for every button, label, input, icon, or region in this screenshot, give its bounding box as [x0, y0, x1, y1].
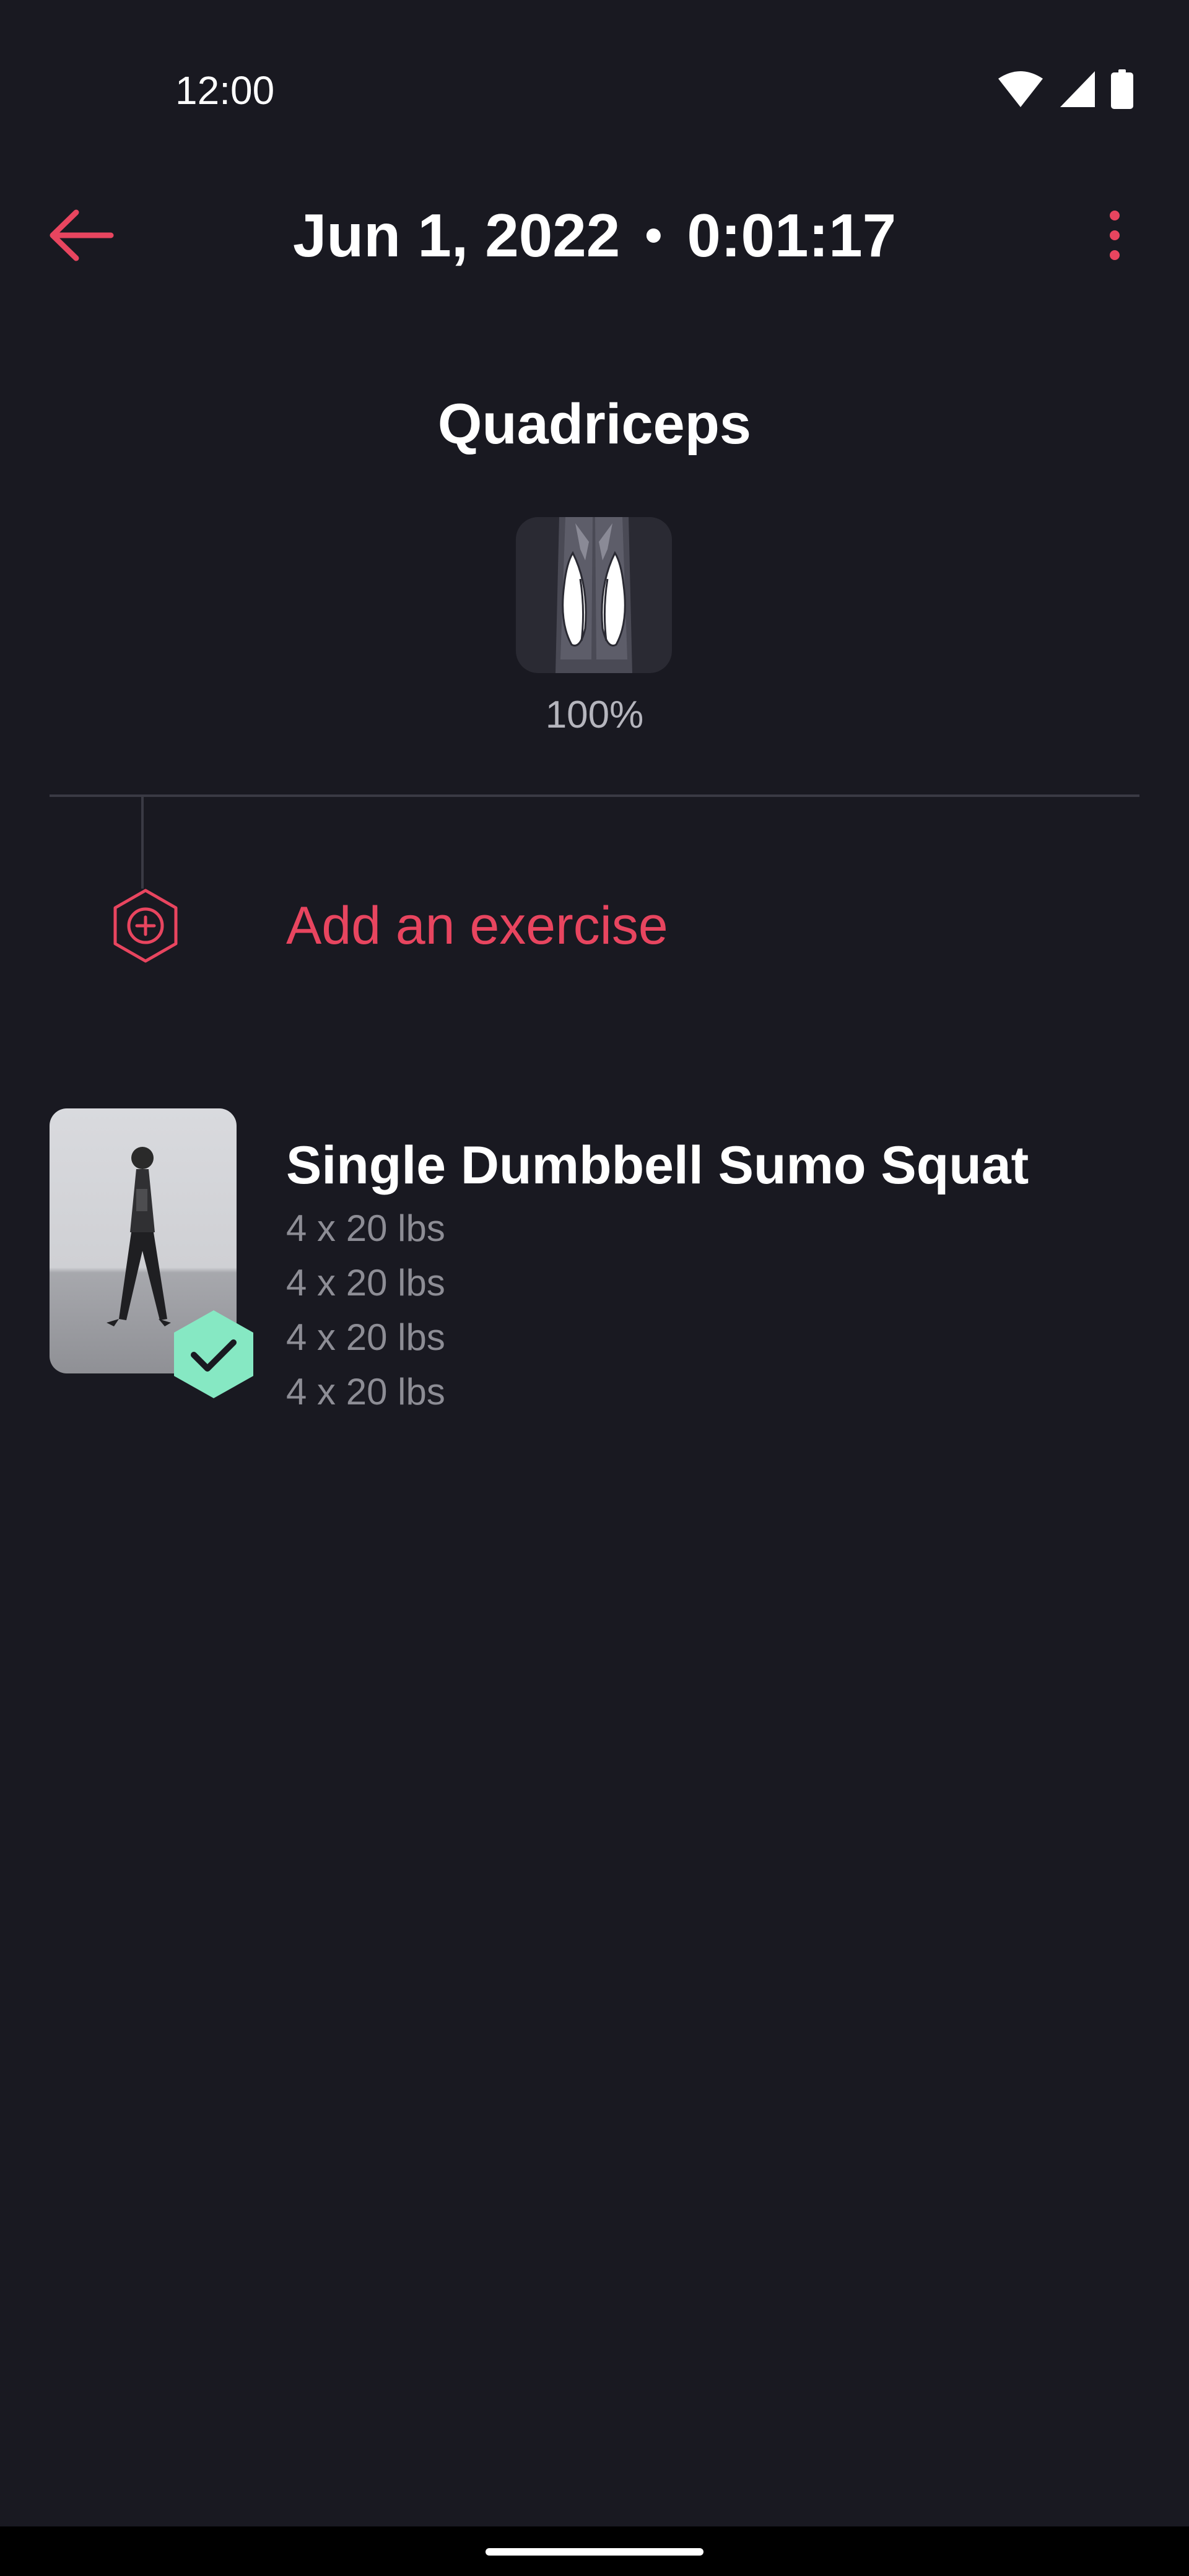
timeline-connector: [141, 797, 144, 889]
battery-icon: [1111, 69, 1133, 109]
more-vertical-icon: [1110, 211, 1120, 260]
set-item: 4 x 20 lbs: [286, 1208, 445, 1249]
back-button[interactable]: [43, 204, 118, 266]
wifi-icon: [998, 71, 1043, 107]
set-item: 4 x 20 lbs: [286, 1316, 445, 1358]
title-separator: •: [645, 207, 663, 263]
more-options-button[interactable]: [1090, 204, 1139, 266]
completed-check-icon: [174, 1310, 253, 1398]
arrow-left-icon: [50, 209, 114, 261]
workout-duration: 0:01:17: [687, 201, 897, 269]
status-bar: 12:00: [0, 0, 1189, 124]
muscle-group-tile[interactable]: [516, 517, 672, 673]
divider: [50, 794, 1139, 797]
muscle-percent: 100%: [545, 694, 644, 736]
exercise-item[interactable]: Single Dumbbell Sumo Squat 4 x 20 lbs 4 …: [50, 1108, 1139, 1430]
workout-title: Jun 1, 2022 • 0:01:17: [0, 186, 1189, 285]
status-time: 12:00: [175, 68, 275, 113]
status-icons: [997, 69, 1133, 109]
add-exercise-button[interactable]: Add an exercise: [99, 879, 1139, 972]
hexagon-plus-icon: [113, 889, 178, 963]
exercise-sets: 4 x 20 lbs 4 x 20 lbs 4 x 20 lbs 4 x 20 …: [286, 1201, 445, 1419]
home-gesture-handle[interactable]: [486, 2548, 703, 2556]
quadriceps-icon: [555, 517, 632, 673]
workout-date: Jun 1, 2022: [292, 201, 621, 269]
cellular-signal-icon: [1060, 71, 1095, 107]
set-item: 4 x 20 lbs: [286, 1371, 445, 1412]
add-exercise-label: Add an exercise: [286, 896, 668, 955]
exercise-name: Single Dumbbell Sumo Squat: [286, 1136, 1029, 1195]
muscle-group-title: Quadriceps: [437, 393, 752, 456]
set-item: 4 x 20 lbs: [286, 1262, 445, 1303]
workout-header: Jun 1, 2022 • 0:01:17: [0, 186, 1189, 285]
